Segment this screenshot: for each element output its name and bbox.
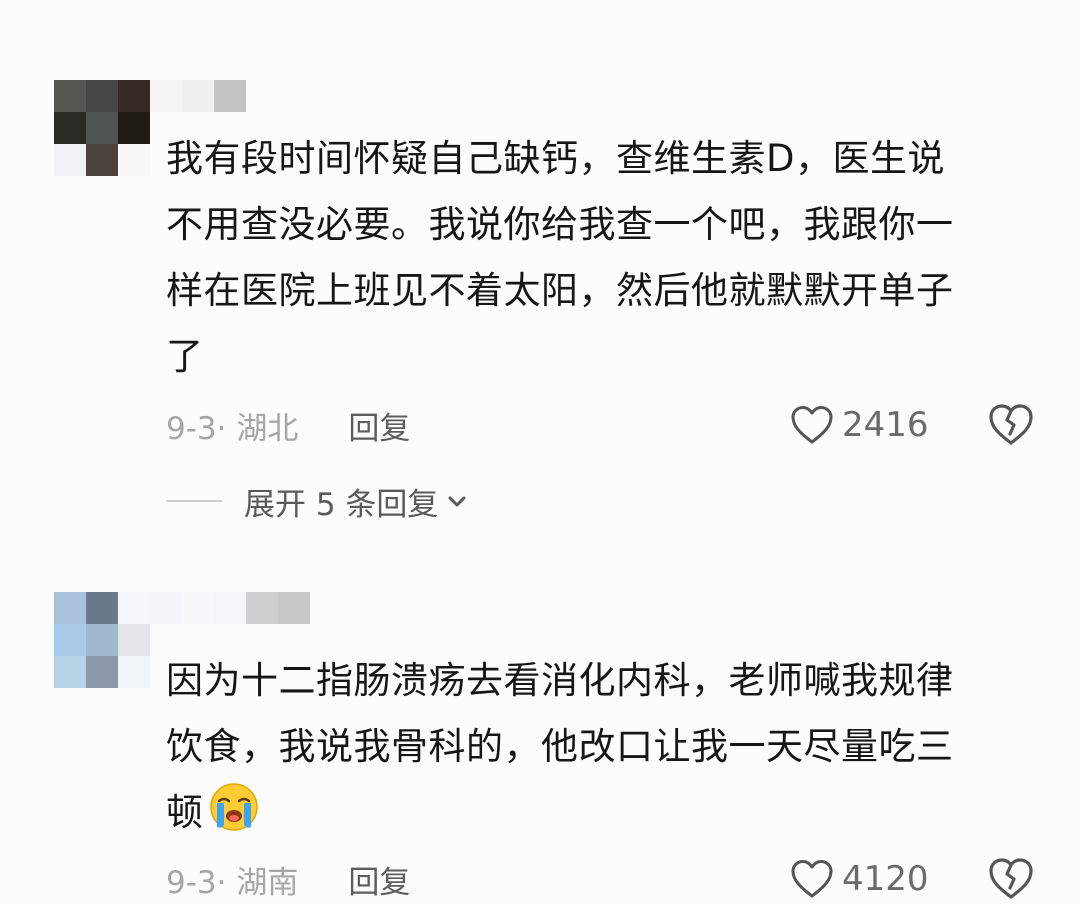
username[interactable] (150, 80, 246, 112)
comment-text: 因为十二指肠溃疡去看消化内科，老师喊我规律 饮食，我说我骨科的，他改口让我一天尽… (166, 648, 1036, 846)
comment-text-line: 因为十二指肠溃疡去看消化内科，老师喊我规律 (166, 659, 954, 702)
comment-text-line: 我有段时间怀疑自己缺钙，查维生素D，医生说 (166, 137, 945, 180)
like-count: 4120 (842, 859, 929, 899)
comment-text-line: 样在医院上班见不着太阳，然后他就默默开单子 (166, 269, 954, 312)
heart-outline-icon (791, 860, 833, 898)
reply-button[interactable]: 回复 (348, 403, 410, 448)
expand-label: 展开 5 条回复 (244, 486, 439, 523)
avatar[interactable] (54, 80, 150, 176)
date-location: 9-3· 湖北 (166, 410, 299, 447)
comment-text: 我有段时间怀疑自己缺钙，查维生素D，医生说 不用查没必要。我说你给我查一个吧，我… (166, 126, 1036, 390)
username[interactable] (118, 592, 310, 624)
like-count: 2416 (842, 405, 929, 445)
comment-meta: 9-3· 湖南 回复 (166, 854, 410, 904)
crying-face-emoji-icon (209, 783, 258, 831)
expand-replies-button[interactable]: 展开 5 条回复 (166, 478, 468, 524)
chevron-down-icon (448, 496, 466, 507)
divider-dash (166, 500, 222, 502)
like-button[interactable]: 2416 (790, 400, 929, 450)
broken-heart-icon[interactable] (988, 857, 1034, 901)
comment-text-line: 饮食，我说我骨科的，他改口让我一天尽量吃三 (166, 725, 954, 768)
date-location: 9-3· 湖南 (166, 864, 299, 901)
reply-button[interactable]: 回复 (348, 857, 410, 902)
comment-text-line: 顿 (166, 780, 1036, 846)
comment-text-line: 了 (166, 335, 204, 378)
comment-text-fragment: 顿 (166, 791, 204, 834)
broken-heart-icon[interactable] (988, 403, 1034, 447)
like-button[interactable]: 4120 (790, 854, 929, 904)
comment-text-line: 不用查没必要。我说你给我查一个吧，我跟你一 (166, 203, 954, 246)
heart-outline-icon (791, 406, 833, 444)
comment-meta: 9-3· 湖北 回复 (166, 400, 410, 450)
